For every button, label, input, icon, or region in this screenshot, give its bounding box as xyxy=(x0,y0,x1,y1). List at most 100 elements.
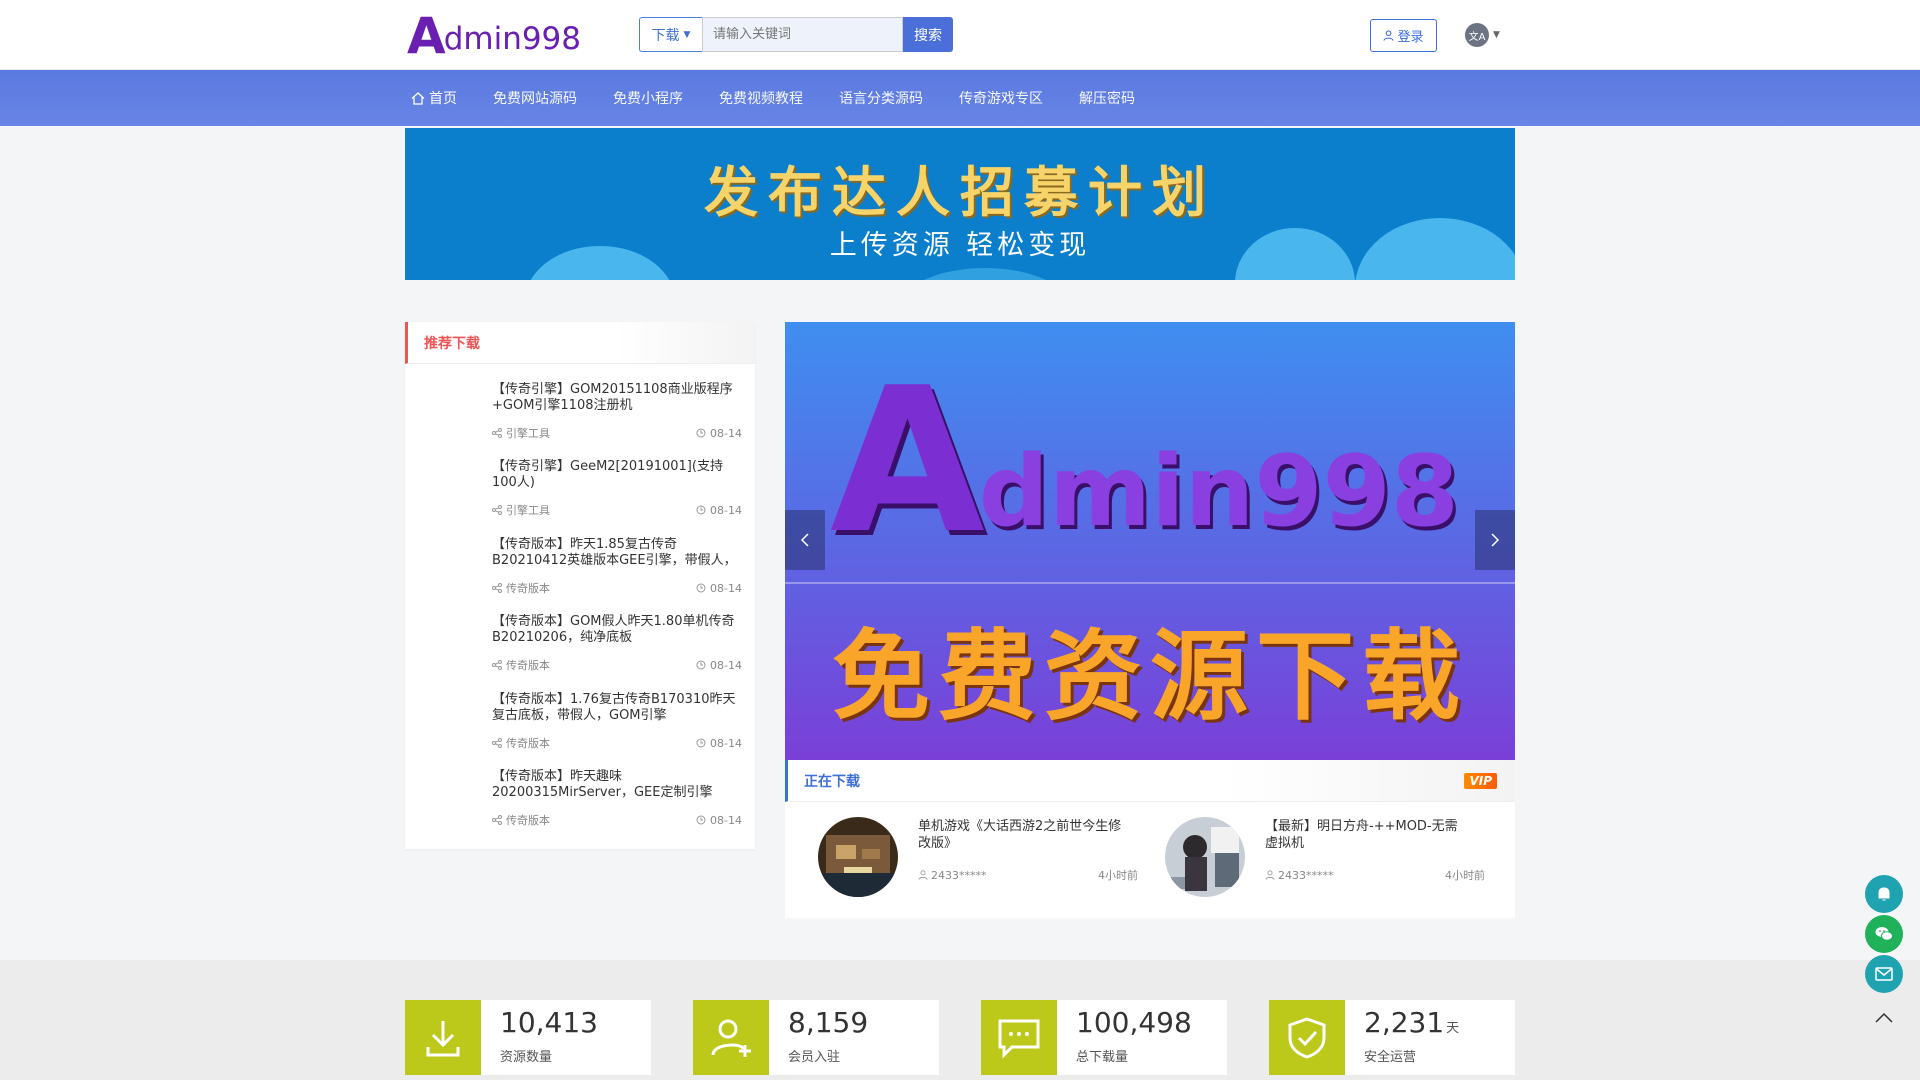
item-category-label: 传奇版本 xyxy=(506,814,550,827)
wechat-float-button[interactable] xyxy=(1865,915,1903,953)
login-button[interactable]: 登录 xyxy=(1370,19,1437,52)
list-item[interactable]: 【传奇引擎】GOM20151108商业版程序+GOM引擎1108注册机 引擎工具… xyxy=(405,382,755,458)
nav-item-website-source[interactable]: 免费网站源码 xyxy=(493,88,577,108)
wechat-icon xyxy=(1875,927,1893,941)
share-icon xyxy=(492,815,502,825)
list-item[interactable]: 【传奇版本】昨天趣味20200315MirServer，GEE定制引擎 传奇版本… xyxy=(405,769,755,845)
hero-slider[interactable]: A dmin998 免费资源下载 xyxy=(785,322,1515,760)
item-date-label: 08-14 xyxy=(710,503,742,517)
item-title[interactable]: 【传奇版本】GOM假人昨天1.80单机传奇B20210206，纯净底板 xyxy=(492,614,737,646)
slide-caption: 免费资源下载 xyxy=(831,619,1468,734)
downloading-header: 正在下载 VIP xyxy=(785,760,1515,802)
email-float-button[interactable] xyxy=(1865,955,1903,993)
search-button[interactable]: 搜索 xyxy=(903,17,953,52)
banner-subtitle: 上传资源 轻松变现 xyxy=(829,230,1091,261)
chevron-right-icon xyxy=(1491,533,1500,547)
item-thumbnail xyxy=(417,614,487,674)
item-title[interactable]: 【传奇版本】1.76复古传奇B170310昨天复古底板，带假人，GOM引擎 xyxy=(492,692,737,724)
chat-icon xyxy=(981,1000,1057,1075)
chevron-down-icon: ▼ xyxy=(683,29,691,40)
nav-item-video-tutorials[interactable]: 免费视频教程 xyxy=(719,88,803,108)
clock-icon xyxy=(696,815,706,825)
language-switcher[interactable]: 文A ▼ xyxy=(1465,23,1500,47)
list-item[interactable]: 【传奇版本】昨天1.85复古传奇B20210412英雄版本GEE引擎，带假人，纯… xyxy=(405,537,755,613)
notification-float-button[interactable] xyxy=(1865,875,1903,913)
item-title[interactable]: 【传奇版本】昨天1.85复古传奇B20210412英雄版本GEE引擎，带假人，纯… xyxy=(492,537,737,569)
download-icon xyxy=(405,1000,481,1075)
shield-check-icon xyxy=(1269,1000,1345,1075)
item-date: 08-14 xyxy=(696,503,742,517)
item-category-label: 传奇版本 xyxy=(506,659,550,672)
stat-label: 安全运营 xyxy=(1364,1050,1417,1065)
item-category[interactable]: 引擎工具 xyxy=(492,503,550,517)
item-thumbnail xyxy=(417,537,487,597)
item-date-label: 08-14 xyxy=(710,736,742,750)
cloud-decoration xyxy=(895,268,1075,280)
stat-unit: 天 xyxy=(1446,1021,1460,1036)
item-category[interactable]: 传奇版本 xyxy=(492,581,550,595)
download-user: 2433***** xyxy=(1265,867,1334,883)
item-thumbnail xyxy=(417,769,487,829)
mail-icon xyxy=(1875,967,1893,981)
logo-text: dmin998 xyxy=(443,21,582,57)
stat-value: 2,231 天 xyxy=(1364,1006,1459,1039)
nav-item-unzip-password[interactable]: 解压密码 xyxy=(1079,88,1135,108)
share-icon xyxy=(492,428,502,438)
nav-item-mini-program[interactable]: 免费小程序 xyxy=(613,88,683,108)
list-item[interactable]: 【传奇版本】1.76复古传奇B170310昨天复古底板，带假人，GOM引擎 传奇… xyxy=(405,692,755,768)
item-category[interactable]: 引擎工具 xyxy=(492,426,550,440)
download-title[interactable]: 单机游戏《大话西游2之前世今生修改版》 xyxy=(918,818,1123,852)
item-title[interactable]: 【传奇版本】昨天趣味20200315MirServer，GEE定制引擎 xyxy=(492,769,737,801)
chevron-down-icon: ▼ xyxy=(1493,30,1500,40)
game-thumbnail xyxy=(818,817,898,897)
clock-icon xyxy=(696,428,706,438)
vip-badge[interactable]: VIP xyxy=(1464,772,1497,789)
download-user-label: 2433***** xyxy=(1278,868,1334,882)
stat-value: 8,159 xyxy=(788,1006,870,1039)
nav-item-label: 首页 xyxy=(429,91,457,107)
promo-banner[interactable]: 发布达人招募计划 上传资源 轻松变现 xyxy=(405,128,1515,280)
download-item[interactable]: 单机游戏《大话西游2之前世今生修改版》 2433***** 4小时前 xyxy=(785,817,1138,907)
item-title[interactable]: 【传奇引擎】GeeM2[20191001](支持100人) xyxy=(492,459,737,491)
item-category-label: 传奇版本 xyxy=(506,582,550,595)
slider-next-button[interactable] xyxy=(1475,510,1515,570)
slide-divider xyxy=(785,582,1515,584)
item-thumbnail xyxy=(417,692,487,752)
site-logo[interactable]: A dmin998 xyxy=(407,11,582,61)
item-category[interactable]: 传奇版本 xyxy=(492,813,550,827)
stat-number: 2,231 xyxy=(1364,1006,1445,1039)
list-item[interactable]: 【传奇版本】GOM假人昨天1.80单机传奇B20210206，纯净底板 传奇版本… xyxy=(405,614,755,690)
login-label: 登录 xyxy=(1397,30,1424,45)
stat-card: 10,413 资源数量 xyxy=(405,1000,651,1075)
stat-value: 100,498 xyxy=(1076,1006,1194,1039)
chevron-left-icon xyxy=(800,533,809,547)
search-category-label: 下载 xyxy=(651,27,680,44)
stat-card: 2,231 天 安全运营 xyxy=(1269,1000,1515,1075)
stats-section xyxy=(0,960,1920,1080)
search-category-dropdown[interactable]: 下载 ▼ xyxy=(639,17,702,52)
banner-title: 发布达人招募计划 xyxy=(704,160,1216,224)
back-to-top-button[interactable] xyxy=(1872,1008,1896,1028)
download-item[interactable]: 【最新】明日方舟-++MOD-无需虚拟机 2433***** 4小时前 xyxy=(1132,817,1485,907)
item-category[interactable]: 传奇版本 xyxy=(492,658,550,672)
nav-item-language-source[interactable]: 语言分类源码 xyxy=(839,88,923,108)
top-header: A dmin998 下载 ▼ 搜索 登录 文A ▼ xyxy=(0,0,1920,70)
slider-prev-button[interactable] xyxy=(785,510,825,570)
slide-logo-letter: A xyxy=(830,345,985,578)
nav-item-legend-games[interactable]: 传奇游戏专区 xyxy=(959,88,1043,108)
user-icon xyxy=(1383,30,1395,41)
translate-icon: 文A xyxy=(1465,23,1489,47)
clock-icon xyxy=(696,660,706,670)
slide-logo-text: dmin998 xyxy=(978,435,1459,549)
item-category[interactable]: 传奇版本 xyxy=(492,736,550,750)
item-date: 08-14 xyxy=(696,813,742,827)
share-icon xyxy=(492,583,502,593)
item-title[interactable]: 【传奇引擎】GOM20151108商业版程序+GOM引擎1108注册机 xyxy=(492,382,737,414)
item-category-label: 引擎工具 xyxy=(506,504,550,517)
download-title[interactable]: 【最新】明日方舟-++MOD-无需虚拟机 xyxy=(1265,818,1470,852)
stat-number: 100,498 xyxy=(1076,1006,1192,1039)
item-date-label: 08-14 xyxy=(710,426,742,440)
search-input[interactable] xyxy=(702,17,903,52)
list-item[interactable]: 【传奇引擎】GeeM2[20191001](支持100人) 引擎工具 08-14 xyxy=(405,459,755,535)
nav-item-home[interactable]: 首页 xyxy=(411,88,457,108)
